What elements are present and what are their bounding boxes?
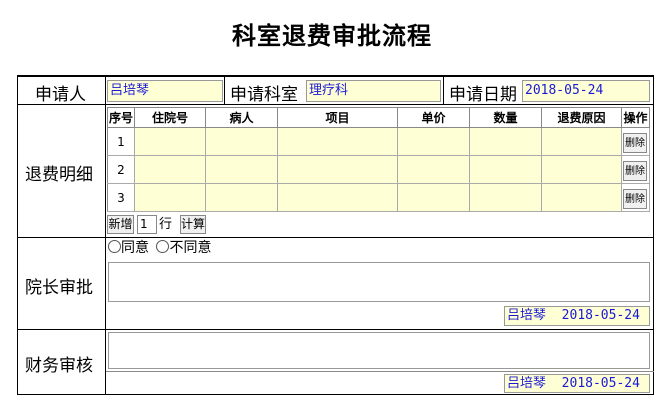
row-index: 1 (107, 127, 135, 156)
detail-table: 序号 住院号 病人 项目 单价 数量 退费原因 操作 1 删除 2 删除 3 删 (107, 107, 650, 212)
action-cell: 删除 (621, 183, 650, 212)
director-section-label: 院长审批 (25, 278, 93, 298)
item-input[interactable] (277, 183, 398, 212)
patient-input[interactable] (205, 127, 278, 156)
col-header-quantity: 数量 (469, 107, 542, 128)
col-header-unit-price: 单价 (397, 107, 470, 128)
patient-input[interactable] (205, 155, 278, 184)
applicant-field[interactable]: 吕培琴 (107, 80, 223, 102)
action-cell: 删除 (621, 155, 650, 184)
divider (17, 237, 654, 238)
quantity-input[interactable] (469, 183, 542, 212)
row-index: 3 (107, 183, 135, 212)
table-row: 1 删除 (107, 127, 650, 156)
date-field[interactable]: 2018-05-24 (522, 80, 650, 102)
add-row-button[interactable]: 新增 (107, 215, 134, 234)
patient-input[interactable] (205, 183, 278, 212)
col-header-admission-no: 住院号 (134, 107, 206, 128)
table-header-row: 序号 住院号 病人 项目 单价 数量 退费原因 操作 (107, 107, 650, 128)
unit-price-input[interactable] (397, 155, 470, 184)
delete-row-button[interactable]: 删除 (623, 132, 647, 153)
detail-section-label: 退费明细 (25, 165, 93, 185)
agree-radio[interactable] (108, 240, 121, 253)
row-index: 2 (107, 155, 135, 184)
table-row: 3 删除 (107, 183, 650, 212)
director-signer: 吕培琴 (507, 308, 547, 323)
date-label: 申请日期 (449, 85, 517, 105)
dept-field[interactable]: 理疗科 (306, 80, 441, 102)
disagree-radio[interactable] (156, 240, 170, 253)
divider (17, 329, 654, 330)
applicant-label: 申请人 (35, 85, 86, 105)
finance-signature: 吕培琴 2018-05-24 (504, 374, 650, 393)
reason-input[interactable] (541, 155, 622, 184)
quantity-input[interactable] (469, 155, 542, 184)
unit-price-input[interactable] (397, 127, 470, 156)
director-signature: 吕培琴 2018-05-24 (504, 306, 650, 326)
quantity-input[interactable] (469, 127, 542, 156)
finance-signer: 吕培琴 (507, 376, 547, 391)
row-count-input[interactable]: 1 (137, 215, 157, 234)
unit-price-input[interactable] (397, 183, 470, 212)
col-header-patient: 病人 (205, 107, 278, 128)
divider (105, 76, 106, 395)
finance-sign-date: 2018-05-24 (561, 376, 640, 391)
divider (443, 76, 444, 104)
finance-section-label: 财务审核 (25, 356, 93, 376)
row-unit-label: 行 (159, 217, 173, 232)
col-header-item: 项目 (277, 107, 398, 128)
agree-label: 同意 (121, 240, 149, 256)
col-header-reason: 退费原因 (541, 107, 622, 128)
director-sign-date: 2018-05-24 (561, 308, 640, 323)
reason-input[interactable] (541, 127, 622, 156)
table-row: 2 删除 (107, 155, 650, 184)
divider (106, 371, 654, 372)
divider (17, 104, 654, 105)
col-header-action: 操作 (621, 107, 650, 128)
calculate-button[interactable]: 计算 (180, 215, 206, 234)
finance-comment-textarea[interactable] (108, 332, 650, 369)
item-input[interactable] (277, 155, 398, 184)
approval-options: 同意 不同意 (108, 240, 211, 256)
item-input[interactable] (277, 127, 398, 156)
action-cell: 删除 (621, 127, 650, 156)
reason-input[interactable] (541, 183, 622, 212)
delete-row-button[interactable]: 删除 (623, 188, 647, 209)
admission-no-input[interactable] (134, 183, 206, 212)
dept-label: 申请科室 (230, 85, 298, 105)
director-comment-textarea[interactable] (108, 262, 650, 302)
disagree-label: 不同意 (169, 240, 212, 256)
admission-no-input[interactable] (134, 127, 206, 156)
page-title: 科室退费审批流程 (232, 21, 432, 50)
delete-row-button[interactable]: 删除 (623, 160, 647, 181)
divider (224, 76, 225, 104)
admission-no-input[interactable] (134, 155, 206, 184)
col-header-index: 序号 (107, 107, 135, 128)
